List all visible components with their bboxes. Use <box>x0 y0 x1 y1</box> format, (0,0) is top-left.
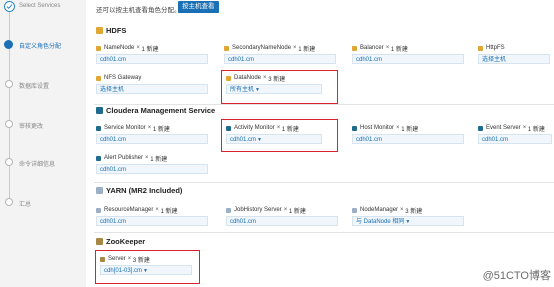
yarn-role-icon <box>96 207 101 213</box>
zookeeper-icon <box>96 238 103 245</box>
namenode-host-select[interactable]: cdh01.cm <box>96 54 208 64</box>
count-label: × <box>522 125 527 131</box>
count-label: × <box>385 45 390 51</box>
yarn-role-icon <box>352 207 357 213</box>
step-dot-icon <box>5 198 13 206</box>
check-circle-icon <box>4 1 15 12</box>
role-httpfs: HttpFS 选择主机 <box>478 44 550 66</box>
nfs-gateway-host-select[interactable]: 选择主机 <box>96 84 208 94</box>
httpfs-host-select[interactable]: 选择主机 <box>478 54 550 64</box>
cms-role-icon <box>478 125 483 131</box>
step-label: 数据库设置 <box>19 84 50 90</box>
step-dot-icon <box>5 120 13 128</box>
section-title-zookeeper: ZooKeeper <box>96 237 145 246</box>
section-title-yarn: YARN (MR2 Included) <box>96 186 182 195</box>
active-step-dot-icon <box>4 40 13 49</box>
yarn-role-icon <box>226 207 231 213</box>
view-by-host-note: 还可以按主机查看角色分配。 <box>96 7 181 14</box>
event-server-host-select[interactable]: cdh01.cm <box>478 134 552 144</box>
hdfs-role-icon <box>224 45 229 51</box>
resourcemanager-host-select[interactable]: cdh01.cm <box>96 216 208 226</box>
steps-connector-line <box>9 6 10 206</box>
highlight-box-activity-monitor <box>221 119 338 152</box>
step-dot-icon <box>5 80 13 88</box>
jobhistory-host-select[interactable]: cdh01.cm <box>226 216 338 226</box>
cms-role-icon <box>352 125 357 131</box>
section-divider <box>94 104 554 105</box>
role-nfs-gateway: NFS Gateway 选择主机 <box>96 74 208 96</box>
count-label: × <box>396 125 400 131</box>
cms-role-icon <box>96 155 101 161</box>
hdfs-role-icon <box>352 45 357 51</box>
view-by-host-button[interactable]: 按主机查看 <box>178 1 219 13</box>
step-label: 自定义角色分配 <box>19 44 62 50</box>
count-label: × <box>293 45 297 51</box>
host-monitor-host-select[interactable]: cdh01.cm <box>352 134 464 144</box>
section-divider <box>94 232 554 233</box>
step-dot-icon <box>5 158 13 166</box>
highlight-box-datanode <box>221 70 338 104</box>
role-nodemanager: NodeManager × 3 新建 与 DataNode 相同▼ <box>352 206 464 228</box>
section-title-hdfs: HDFS <box>96 26 126 35</box>
role-namenode: NameNode × 1 新建 cdh01.cm <box>96 44 208 66</box>
role-secondarynamenode: SecondaryNameNode × 1 新建 cdh01.cm <box>224 44 336 66</box>
hdfs-role-icon <box>96 45 101 51</box>
count-label: × <box>155 207 159 213</box>
yarn-icon <box>96 187 103 194</box>
role-resourcemanager: ResourceManager × 1 新建 cdh01.cm <box>96 206 208 228</box>
cms-role-icon <box>96 125 101 131</box>
count-label: × <box>283 207 288 213</box>
balancer-host-select[interactable]: cdh01.cm <box>352 54 464 64</box>
hdfs-icon <box>96 27 103 34</box>
hdfs-role-icon <box>478 45 483 51</box>
step-label: 命令详细信息 <box>19 162 56 168</box>
count-label: × <box>136 45 140 51</box>
alert-publisher-host-select[interactable]: cdh01.cm <box>96 164 208 174</box>
step-label: Select Services <box>19 3 61 9</box>
role-event-server: Event Server × 1 新建 cdh01.cm <box>478 124 552 146</box>
section-divider <box>94 182 554 183</box>
hdfs-role-icon <box>96 75 101 81</box>
service-monitor-host-select[interactable]: cdh01.cm <box>96 134 208 144</box>
secondarynamenode-host-select[interactable]: cdh01.cm <box>224 54 336 64</box>
role-balancer: Balancer × 1 新建 cdh01.cm <box>352 44 464 66</box>
wizard-steps-sidebar: Select Services 自定义角色分配 数据库设置 审核更改 命令详细信… <box>0 0 86 287</box>
role-service-monitor: Service Monitor × 1 新建 cdh01.cm <box>96 124 208 146</box>
cloudera-icon <box>96 107 103 114</box>
role-jobhistory-server: JobHistory Server × 1 新建 cdh01.cm <box>226 206 338 228</box>
nodemanager-host-select[interactable]: 与 DataNode 相同▼ <box>352 216 464 226</box>
caret-down-icon: ▼ <box>405 219 411 225</box>
highlight-box-zookeeper-server <box>95 250 200 284</box>
count-label: × <box>400 207 404 213</box>
watermark-text: @51CTO博客 <box>482 270 551 282</box>
step-label: 审核更改 <box>19 124 44 130</box>
role-host-monitor: Host Monitor × 1 新建 cdh01.cm <box>352 124 464 146</box>
role-alert-publisher: Alert Publisher × 1 新建 cdh01.cm <box>96 154 208 176</box>
count-label: × <box>147 125 152 131</box>
count-label: × <box>145 155 149 161</box>
step-label: 汇总 <box>19 202 32 208</box>
section-title-cms: Cloudera Management Service <box>96 106 215 115</box>
